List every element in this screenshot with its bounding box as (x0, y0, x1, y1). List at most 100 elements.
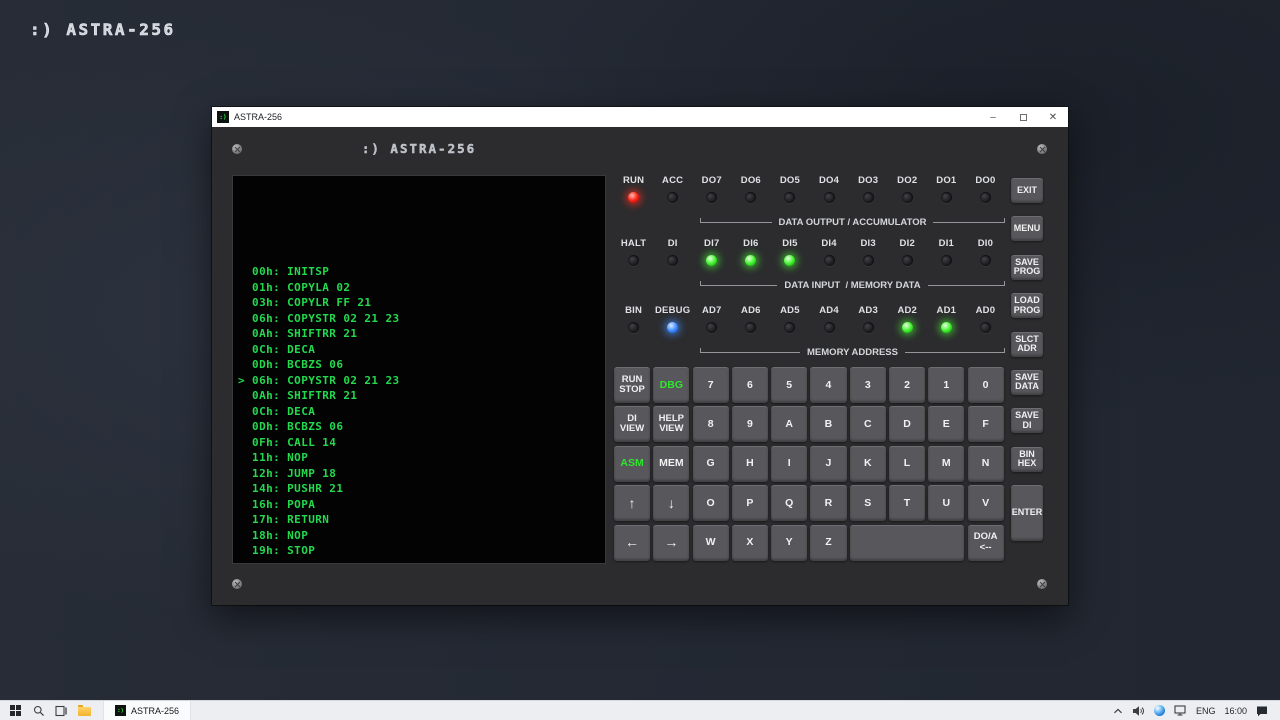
led-label-ad5: AD5 (780, 305, 800, 316)
exit-button[interactable]: EXIT (1011, 178, 1043, 203)
task-view-button[interactable] (50, 701, 73, 720)
key-x[interactable]: X (732, 525, 768, 561)
led-do6-indicator (745, 192, 756, 203)
key-arrow-left[interactable]: ← (614, 525, 650, 561)
led-row: RUNACCDO7DO6DO5DO4DO3DO2DO1DO0DATA OUTPU… (614, 175, 1005, 223)
key-a[interactable]: A (771, 406, 807, 442)
key-d[interactable]: D (889, 406, 925, 442)
led-cell-di7: DI7 (692, 238, 731, 266)
led-cell-di1: DI1 (927, 238, 966, 266)
key-do-a[interactable]: DO/A <-- (968, 525, 1004, 561)
start-button[interactable] (4, 701, 27, 720)
save-di-button[interactable]: SAVE DI (1011, 408, 1043, 433)
key-di-view[interactable]: DI VIEW (614, 406, 650, 442)
key-j[interactable]: J (810, 446, 846, 482)
led-group-bracket: DATA OUTPUT / ACCUMULATOR (700, 210, 1005, 223)
key-s[interactable]: S (850, 485, 886, 521)
led-label-ad6: AD6 (741, 305, 761, 316)
key-0[interactable]: 0 (968, 367, 1004, 403)
led-label-ad2: AD2 (897, 305, 917, 316)
led-cell-do5: DO5 (770, 175, 809, 203)
speaker-icon[interactable] (1132, 705, 1145, 717)
led-cell-ad5: AD5 (770, 305, 809, 333)
key-m[interactable]: M (928, 446, 964, 482)
led-cell-do1: DO1 (927, 175, 966, 203)
key-1[interactable]: 1 (928, 367, 964, 403)
led-cell-do3: DO3 (849, 175, 888, 203)
key-2[interactable]: 2 (889, 367, 925, 403)
key-mem[interactable]: MEM (653, 446, 689, 482)
key-n[interactable]: N (968, 446, 1004, 482)
terminal-line: 0Ch: DECA (238, 404, 605, 420)
led-di3-indicator (863, 255, 874, 266)
key-help-view[interactable]: HELP VIEW (653, 406, 689, 442)
key-r[interactable]: R (810, 485, 846, 521)
desktop-logo: :) ASTRA-256 (30, 20, 176, 40)
key-v[interactable]: V (968, 485, 1004, 521)
key-c[interactable]: C (850, 406, 886, 442)
led-do7-indicator (706, 192, 717, 203)
key-b[interactable]: B (810, 406, 846, 442)
key-5[interactable]: 5 (771, 367, 807, 403)
key-q[interactable]: Q (771, 485, 807, 521)
key-k[interactable]: K (850, 446, 886, 482)
led-label-do1: DO1 (936, 175, 956, 186)
key-e[interactable]: E (928, 406, 964, 442)
bin-hex-button[interactable]: BIN HEX (1011, 447, 1043, 472)
action-center-icon[interactable] (1256, 705, 1268, 717)
key-z[interactable]: Z (810, 525, 846, 561)
key-asm[interactable]: ASM (614, 446, 650, 482)
key-4[interactable]: 4 (810, 367, 846, 403)
key-arrow-down[interactable]: ↓ (653, 485, 689, 521)
load-prog-button[interactable]: LOAD PROG (1011, 293, 1043, 318)
tray-app-icon[interactable] (1154, 705, 1165, 716)
key-u[interactable]: U (928, 485, 964, 521)
chevron-up-icon[interactable] (1113, 707, 1123, 715)
key-dbg[interactable]: DBG (653, 367, 689, 403)
led-ad2-indicator (902, 322, 913, 333)
clock[interactable]: 16:00 (1224, 706, 1247, 716)
key-h[interactable]: H (732, 446, 768, 482)
menu-button[interactable]: MENU (1011, 216, 1043, 241)
key-t[interactable]: T (889, 485, 925, 521)
key-o[interactable]: O (693, 485, 729, 521)
key-run-stop[interactable]: RUN STOP (614, 367, 650, 403)
window-titlebar[interactable]: :) ASTRA-256 – ✕ (212, 107, 1068, 127)
slct-adr-button[interactable]: SLCT ADR (1011, 332, 1043, 357)
key-f[interactable]: F (968, 406, 1004, 442)
key-g[interactable]: G (693, 446, 729, 482)
close-button[interactable]: ✕ (1038, 107, 1068, 127)
save-data-button[interactable]: SAVE DATA (1011, 370, 1043, 395)
language-indicator[interactable]: ENG (1196, 706, 1216, 716)
key-9[interactable]: 9 (732, 406, 768, 442)
taskbar-search-button[interactable] (27, 701, 50, 720)
key-p[interactable]: P (732, 485, 768, 521)
minimize-button[interactable]: – (978, 107, 1008, 127)
key-arrow-right[interactable]: → (653, 525, 689, 561)
taskbar-app-astra-256[interactable]: :) ASTRA-256 (103, 701, 191, 720)
network-icon[interactable] (1174, 705, 1187, 716)
terminal-line: 0Dh: BCBZS 06 (238, 357, 605, 373)
led-group-label: DATA INPUT / MEMORY DATA (777, 281, 927, 290)
led-label-do5: DO5 (780, 175, 800, 186)
key-w[interactable]: W (693, 525, 729, 561)
key-space[interactable] (850, 525, 965, 561)
terminal-line: 06h: COPYSTR 02 21 23 (238, 311, 605, 327)
key-l[interactable]: L (889, 446, 925, 482)
led-acc-indicator (667, 192, 678, 203)
save-prog-button[interactable]: SAVE PROG (1011, 255, 1043, 280)
led-label-ad4: AD4 (819, 305, 839, 316)
key-i[interactable]: I (771, 446, 807, 482)
side-buttons: EXIT MENU SAVE PROG LOAD PROG SLCT ADR SAVE D… (1011, 178, 1043, 541)
key-arrow-up[interactable]: ↑ (614, 485, 650, 521)
maximize-button[interactable] (1008, 107, 1038, 127)
file-explorer-button[interactable] (73, 701, 96, 720)
key-7[interactable]: 7 (693, 367, 729, 403)
led-cell-do6: DO6 (731, 175, 770, 203)
enter-button[interactable]: ENTER (1011, 485, 1043, 541)
key-y[interactable]: Y (771, 525, 807, 561)
terminal-line: 16h: POPA (238, 497, 605, 513)
key-6[interactable]: 6 (732, 367, 768, 403)
key-8[interactable]: 8 (693, 406, 729, 442)
key-3[interactable]: 3 (850, 367, 886, 403)
